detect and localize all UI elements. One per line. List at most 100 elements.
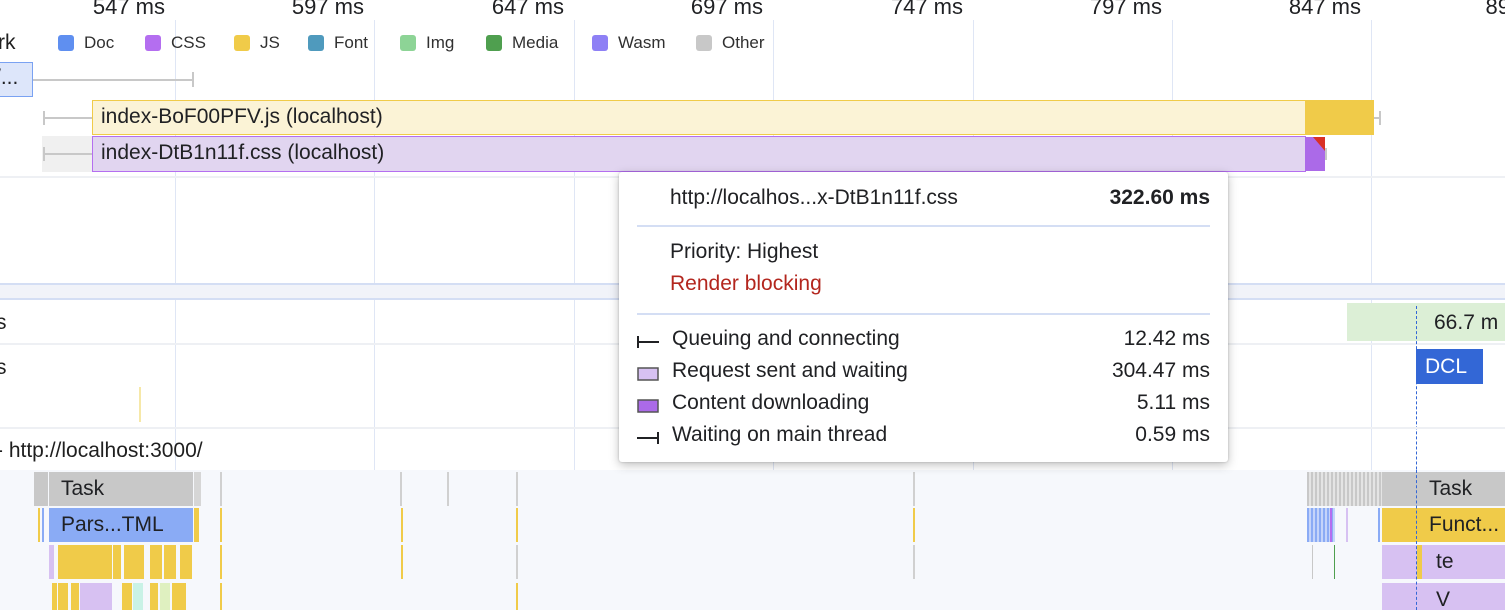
flame-js-block <box>49 545 54 579</box>
flame-sliver <box>194 508 199 542</box>
ruler-tick: 597 ms <box>291 0 364 19</box>
flame-sliver <box>220 545 222 579</box>
flame-sliver <box>220 472 222 506</box>
legend-label: JS <box>260 33 280 52</box>
flame-label: Task <box>1429 477 1473 500</box>
network-track-label[interactable]: rk <box>0 31 16 55</box>
phase-label: Content downloading <box>672 391 870 414</box>
flame-sliver <box>220 583 222 610</box>
legend-item-doc: Doc <box>58 33 114 53</box>
tooltip-divider <box>637 313 1210 315</box>
flame-sliver <box>516 583 518 610</box>
flame-css-entry[interactable]: V <box>1382 583 1505 610</box>
legend-item-font: Font <box>308 33 368 53</box>
dcl-marker-line-overlay <box>1416 470 1417 610</box>
flame-sliver <box>401 545 403 579</box>
flame-js-block <box>124 545 144 579</box>
network-request-js[interactable]: index-BoF00PFV.js (localhost) <box>92 100 1306 135</box>
flame-sliver <box>516 472 518 506</box>
request-label: index-BoF00PFV.js (localhost) <box>101 105 383 128</box>
wasm-swatch-icon <box>592 35 608 51</box>
frames-track-label[interactable]: s <box>0 311 7 335</box>
legend-label: Doc <box>84 33 115 52</box>
request-whisker <box>43 117 93 119</box>
flame-sliver <box>42 508 44 542</box>
legend-label: Font <box>334 33 369 52</box>
phase-label: Request sent and waiting <box>672 359 908 382</box>
legend-label: CSS <box>171 33 206 52</box>
img-swatch-icon <box>400 35 416 51</box>
flame-label: V <box>1436 588 1451 610</box>
flame-task[interactable]: Task <box>1382 472 1505 506</box>
tooltip-divider <box>637 225 1210 227</box>
ruler-tick: 797 ms <box>1089 0 1162 19</box>
flame-js-block <box>172 583 186 610</box>
flame-js-block <box>52 583 57 610</box>
doc-swatch-icon <box>58 35 74 51</box>
legend-label: Media <box>512 33 559 52</box>
flame-js-block <box>58 583 68 610</box>
dcl-label: DCL <box>1425 355 1468 378</box>
flame-sliver <box>447 472 449 506</box>
tooltip-phase-row: Request sent and waiting 304.47 ms <box>637 359 1210 389</box>
flame-function-call[interactable]: Funct... <box>1382 508 1505 542</box>
flame-task-sliver <box>34 472 48 506</box>
flame-task-sliver <box>194 472 201 506</box>
flame-parse-html[interactable]: Pars...TML <box>49 508 193 542</box>
ruler-tick: 547 ms <box>92 0 165 19</box>
tooltip-phase-row: Content downloading 5.11 ms <box>637 391 1210 421</box>
phase-value: 12.42 ms <box>1123 327 1210 350</box>
tooltip-duration: 322.60 ms <box>1109 186 1210 209</box>
network-request-doc[interactable]: /... <box>0 62 33 97</box>
flame-js-block <box>113 545 121 579</box>
flame-sliver <box>400 472 402 506</box>
timings-track-label[interactable]: s <box>0 356 7 380</box>
flame-js-block <box>160 583 170 610</box>
flame-sliver <box>913 545 915 579</box>
flame-sliver <box>1312 545 1313 579</box>
legend-item-css: CSS <box>145 33 206 53</box>
dcl-marker[interactable]: DCL <box>1416 349 1483 384</box>
flame-js-block <box>150 583 158 610</box>
flame-sliver <box>516 508 518 542</box>
phase-value: 0.59 ms <box>1135 423 1210 446</box>
flame-task[interactable]: Task <box>49 472 193 506</box>
js-swatch-icon <box>234 35 250 51</box>
flame-other-block <box>133 583 143 610</box>
flame-sliver <box>913 472 915 506</box>
flame-js-block <box>180 545 192 579</box>
request-whisker-cap <box>1379 111 1381 125</box>
render-blocking-corner-icon <box>1313 137 1325 151</box>
flame-sliver <box>38 508 40 542</box>
font-swatch-icon <box>308 35 324 51</box>
request-whisker-cap <box>1325 148 1327 160</box>
other-swatch-icon <box>696 35 712 51</box>
flame-label: Funct... <box>1429 513 1500 536</box>
phase-label: Queuing and connecting <box>672 327 900 350</box>
tooltip-url: http://localhos...x-DtB1n11f.css <box>670 186 958 209</box>
tooltip-phase-row: Waiting on main thread 0.59 ms <box>637 423 1210 453</box>
tooltip-render-blocking: Render blocking <box>670 272 822 295</box>
flame-css-entry[interactable]: te <box>1382 545 1505 579</box>
flame-sliver <box>1378 508 1380 542</box>
phase-label: Waiting on main thread <box>672 423 888 446</box>
main-thread-track-label[interactable]: - http://localhost:3000/ <box>0 439 203 463</box>
phase-value: 304.47 ms <box>1111 359 1210 382</box>
ruler-tick: 847 ms <box>1288 0 1361 19</box>
flame-sliver <box>1330 508 1332 542</box>
legend-item-other: Other <box>696 33 765 53</box>
main-thread-whisker-icon <box>637 432 659 444</box>
request-whisker <box>43 153 93 155</box>
flame-sliver <box>1334 545 1335 579</box>
flame-label: te <box>1436 550 1454 573</box>
tooltip-phase-row: Queuing and connecting 12.42 ms <box>637 327 1210 357</box>
flame-sliver <box>913 508 915 542</box>
network-request-css[interactable]: index-DtB1n11f.css (localhost) <box>92 136 1306 172</box>
flame-label: Task <box>61 477 105 500</box>
flame-task-cluster <box>1307 472 1382 506</box>
css-swatch-icon <box>145 35 161 51</box>
main-thread-flamechart[interactable] <box>0 470 1505 610</box>
flame-label: Pars...TML <box>61 513 164 536</box>
content-downloading-swatch-icon <box>637 399 659 413</box>
frame-duration-label: 66.7 m <box>1434 311 1499 334</box>
